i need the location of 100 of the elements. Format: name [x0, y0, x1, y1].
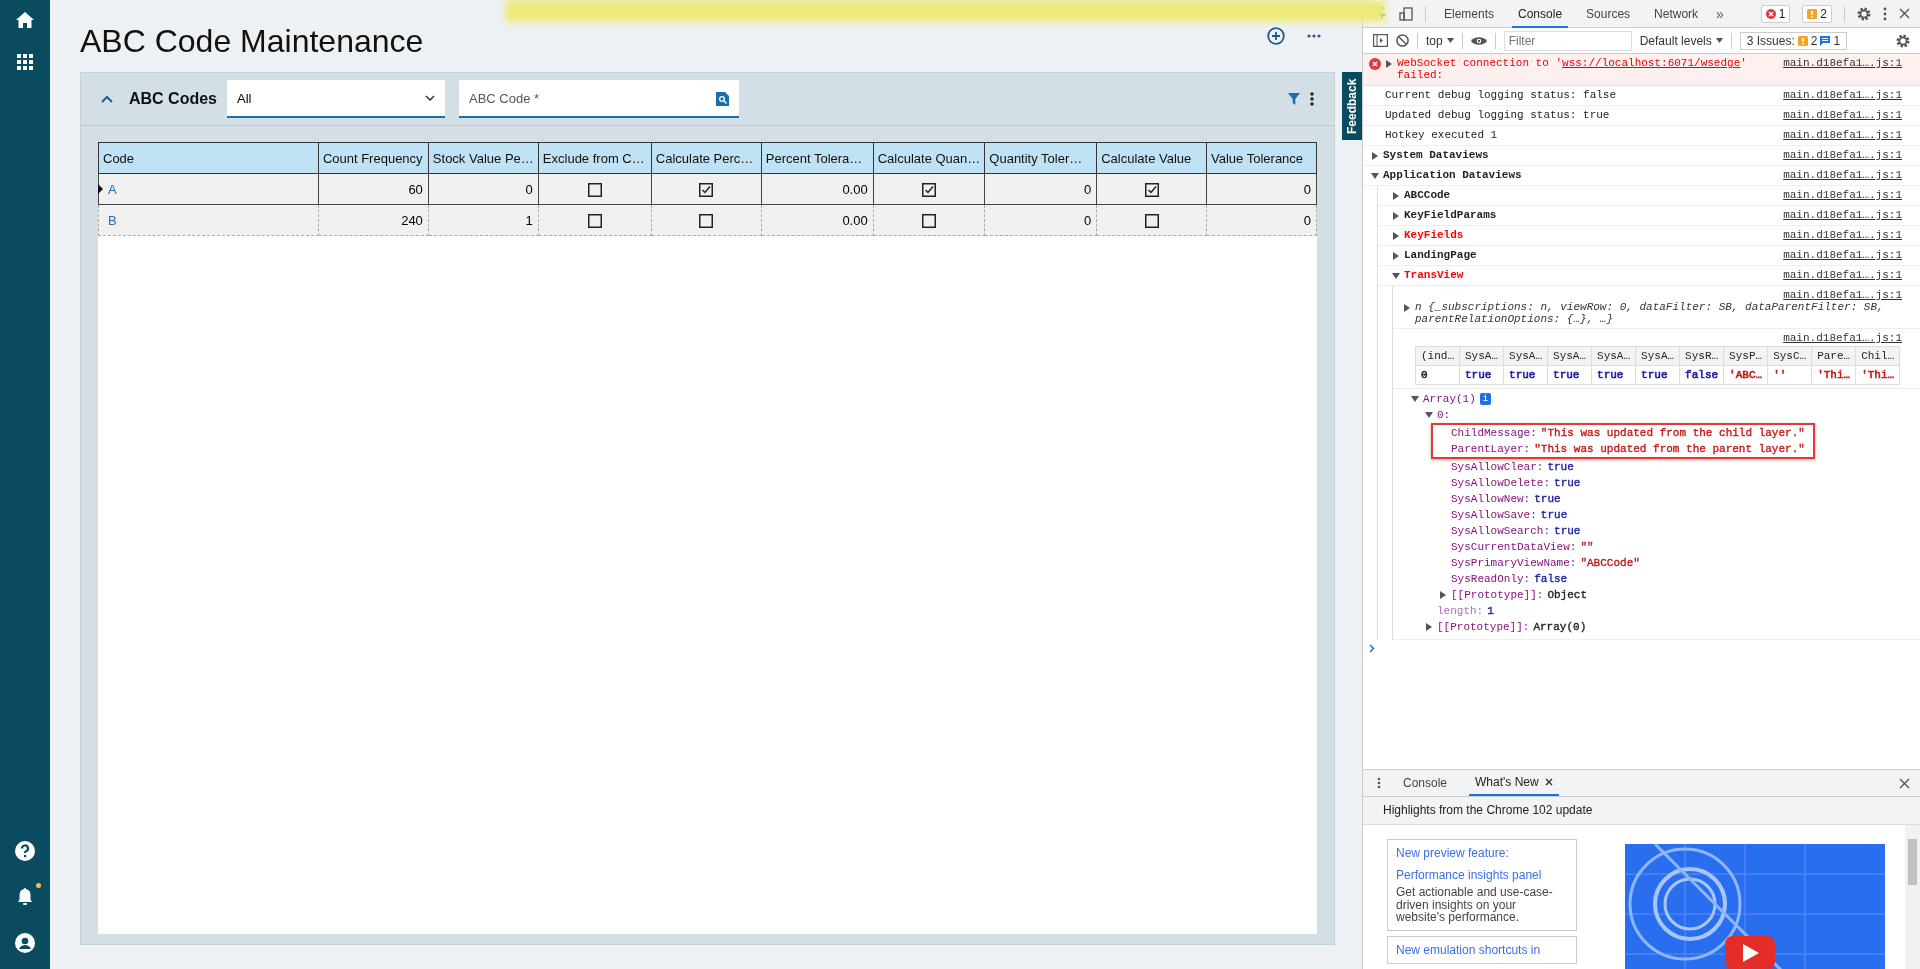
group-label[interactable]: KeyFields: [1404, 229, 1464, 241]
table-header[interactable]: SysA…: [1547, 346, 1592, 366]
table-header[interactable]: SysA…: [1635, 346, 1680, 366]
device-toolbar-icon[interactable]: [1399, 6, 1413, 21]
error-count-badge[interactable]: 1: [1760, 4, 1791, 23]
column-header[interactable]: Code: [98, 142, 319, 174]
column-header[interactable]: Calculate Perc…: [651, 142, 762, 174]
kebab-menu-icon[interactable]: [1377, 777, 1381, 789]
source-link[interactable]: main.d18efa1….js:1: [1783, 269, 1902, 281]
add-icon[interactable]: [1267, 27, 1285, 45]
column-header[interactable]: Quantity Toler…: [984, 142, 1097, 174]
close-icon[interactable]: [1544, 778, 1553, 786]
more-icon[interactable]: [1307, 34, 1321, 38]
search-field[interactable]: ABC Code *: [459, 80, 739, 118]
source-link[interactable]: main.d18efa1….js:1: [1783, 57, 1902, 69]
column-header[interactable]: Calculate Quan…: [873, 142, 985, 174]
devtools-tab[interactable]: Elements: [1438, 0, 1501, 28]
expand-triangle-icon[interactable]: [1371, 152, 1379, 160]
prompt-icon[interactable]: [1369, 644, 1375, 653]
drawer-tab[interactable]: Console: [1397, 770, 1454, 796]
settings-icon[interactable]: [1896, 33, 1910, 48]
table-header[interactable]: Chil…: [1855, 346, 1900, 366]
expand-triangle-icon[interactable]: [1425, 411, 1433, 419]
table-header[interactable]: SysA…: [1503, 346, 1548, 366]
group-label[interactable]: System Dataviews: [1383, 149, 1489, 161]
source-link[interactable]: main.d18efa1….js:1: [1783, 89, 1902, 101]
log-levels-dropdown[interactable]: Default levels: [1639, 33, 1723, 48]
source-link[interactable]: main.d18efa1….js:1: [1783, 109, 1902, 121]
table-header[interactable]: SysR…: [1679, 346, 1724, 366]
expand-triangle-icon[interactable]: [1403, 304, 1411, 312]
source-link[interactable]: main.d18efa1….js:1: [1783, 249, 1902, 261]
warning-count-badge[interactable]: 2: [1802, 4, 1832, 23]
source-link[interactable]: main.d18efa1….js:1: [1783, 209, 1902, 221]
expand-triangle-icon[interactable]: [1392, 232, 1400, 240]
drawer-tab[interactable]: What's New: [1469, 770, 1559, 796]
column-header[interactable]: Calculate Value: [1096, 142, 1207, 174]
apps-grid-icon[interactable]: [17, 54, 33, 70]
column-header[interactable]: Value Tolerance: [1206, 142, 1317, 174]
source-link[interactable]: main.d18efa1….js:1: [1783, 149, 1902, 161]
clear-console-icon[interactable]: [1396, 34, 1409, 47]
filter-field[interactable]: Filter: [1503, 30, 1632, 51]
group-label[interactable]: LandingPage: [1404, 249, 1477, 261]
expand-triangle-icon[interactable]: [1425, 623, 1433, 631]
scrollbar[interactable]: [1905, 825, 1920, 969]
checkbox[interactable]: [587, 182, 602, 197]
expand-triangle-icon[interactable]: [1439, 591, 1447, 599]
checkbox[interactable]: [1144, 213, 1159, 228]
expand-triangle-icon[interactable]: [1392, 192, 1400, 200]
eye-icon[interactable]: [1470, 35, 1487, 46]
context-dropdown[interactable]: top: [1426, 33, 1454, 48]
home-icon[interactable]: [16, 12, 34, 28]
filter-icon[interactable]: [1288, 93, 1300, 105]
source-link[interactable]: main.d18efa1….js:1: [1783, 169, 1902, 181]
group-label[interactable]: ABCCode: [1404, 189, 1451, 201]
expand-triangle-icon[interactable]: [1392, 212, 1400, 220]
source-link[interactable]: main.d18efa1….js:1: [1783, 229, 1902, 241]
table-header[interactable]: SysA…: [1591, 346, 1636, 366]
help-icon[interactable]: [15, 841, 35, 861]
source-link[interactable]: main.d18efa1….js:1: [1783, 332, 1902, 344]
table-header[interactable]: SysC…: [1767, 346, 1812, 366]
devtools-tab[interactable]: Sources: [1580, 0, 1637, 28]
expand-triangle-icon[interactable]: [1392, 252, 1400, 260]
user-icon[interactable]: [15, 933, 35, 953]
filter-dropdown[interactable]: All: [227, 80, 445, 118]
close-icon[interactable]: [1899, 8, 1910, 19]
column-header[interactable]: Count Frequency: [318, 142, 429, 174]
expand-triangle-icon[interactable]: [1411, 395, 1419, 403]
table-header[interactable]: SysA…: [1459, 346, 1504, 366]
kebab-menu-icon[interactable]: [1883, 6, 1887, 21]
source-link[interactable]: main.d18efa1….js:1: [1783, 129, 1902, 141]
search-icon[interactable]: [716, 92, 729, 106]
code-link[interactable]: B: [104, 212, 117, 228]
url-link[interactable]: wss://localhost:6071/wsedge: [1562, 57, 1741, 69]
group-label[interactable]: TransView: [1404, 269, 1464, 281]
checkbox[interactable]: [1144, 182, 1159, 197]
expand-triangle-icon[interactable]: [1392, 272, 1400, 280]
kebab-menu-icon[interactable]: [1310, 92, 1314, 106]
checkbox[interactable]: [922, 213, 936, 228]
table-header[interactable]: SysP…: [1723, 346, 1768, 366]
column-header[interactable]: Percent Tolera…: [761, 142, 874, 174]
table-header[interactable]: Pare…: [1811, 346, 1856, 366]
checkbox[interactable]: [587, 213, 602, 228]
devtools-tab[interactable]: Network: [1648, 0, 1705, 28]
more-tabs-button[interactable]: »: [1716, 5, 1724, 22]
code-link[interactable]: A: [104, 181, 117, 197]
column-header[interactable]: Stock Value Pe…: [428, 142, 539, 174]
group-label[interactable]: KeyFieldParams: [1404, 209, 1497, 221]
expand-triangle-icon[interactable]: [1371, 172, 1379, 180]
source-link[interactable]: main.d18efa1….js:1: [1783, 189, 1902, 201]
checkbox[interactable]: [699, 182, 714, 197]
bell-icon[interactable]: [16, 887, 34, 907]
column-header[interactable]: Exclude from C…: [538, 142, 652, 174]
feedback-tab[interactable]: Feedback: [1342, 72, 1362, 140]
close-icon[interactable]: [1899, 777, 1910, 789]
chevron-icon[interactable]: [101, 95, 113, 103]
issues-button[interactable]: 3 Issues: 2 1: [1739, 31, 1848, 50]
table-header[interactable]: (ind…: [1415, 346, 1460, 366]
expand-triangle-icon[interactable]: [1385, 60, 1393, 68]
group-label[interactable]: Application Dataviews: [1383, 169, 1522, 181]
sidebar-toggle-icon[interactable]: [1373, 34, 1388, 47]
